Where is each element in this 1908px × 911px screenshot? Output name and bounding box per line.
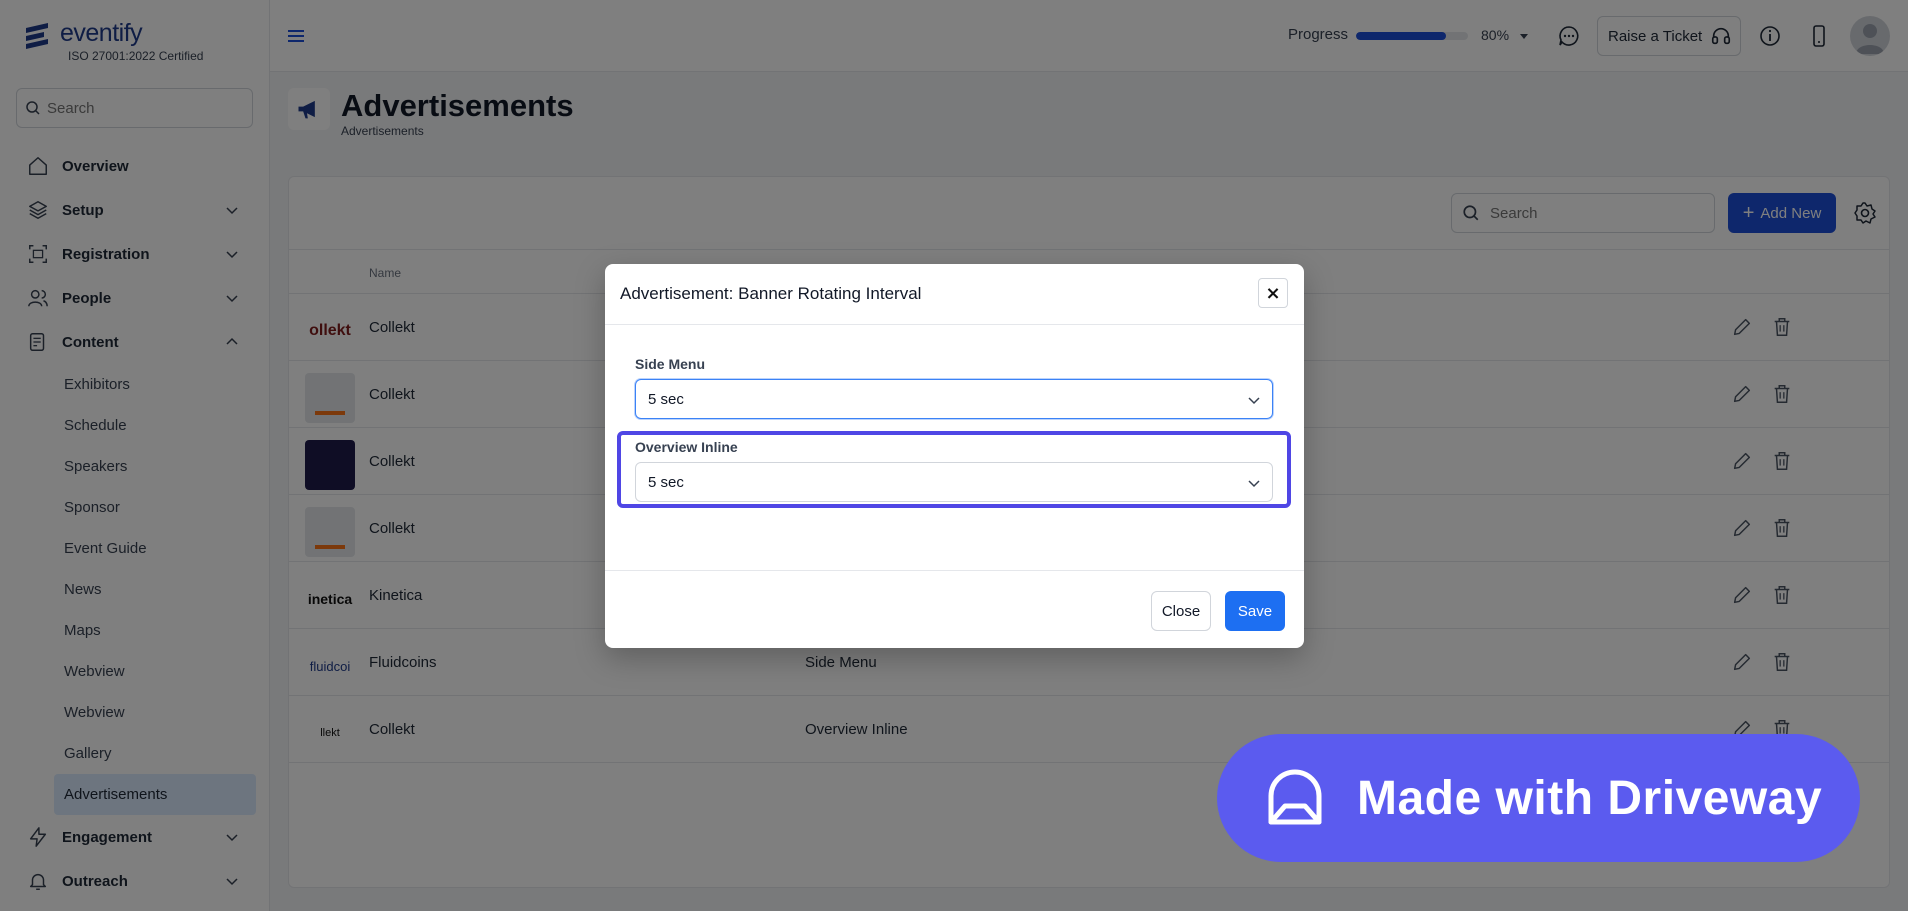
overview-inline-label: Overview Inline bbox=[635, 439, 738, 455]
modal-divider bbox=[605, 324, 1304, 325]
side-menu-select[interactable]: 5 sec bbox=[635, 379, 1273, 419]
close-button[interactable]: Close bbox=[1151, 591, 1211, 631]
overview-inline-select[interactable]: 5 sec bbox=[635, 462, 1273, 502]
modal-title: Advertisement: Banner Rotating Interval bbox=[620, 284, 922, 303]
chevron-down-icon bbox=[1248, 480, 1260, 488]
chevron-down-icon bbox=[1248, 397, 1260, 405]
side-menu-value: 5 sec bbox=[648, 390, 684, 408]
modal-divider bbox=[605, 570, 1304, 571]
driveway-logo-icon bbox=[1268, 769, 1322, 825]
overview-inline-value: 5 sec bbox=[648, 473, 684, 491]
save-button[interactable]: Save bbox=[1225, 591, 1285, 631]
modal-close-icon[interactable]: × bbox=[1258, 278, 1288, 308]
badge-text: Made with Driveway bbox=[1357, 771, 1823, 825]
made-with-driveway-badge[interactable]: Made with Driveway bbox=[1217, 734, 1860, 862]
side-menu-label: Side Menu bbox=[635, 356, 706, 372]
banner-interval-modal: Advertisement: Banner Rotating Interval … bbox=[605, 264, 1304, 648]
